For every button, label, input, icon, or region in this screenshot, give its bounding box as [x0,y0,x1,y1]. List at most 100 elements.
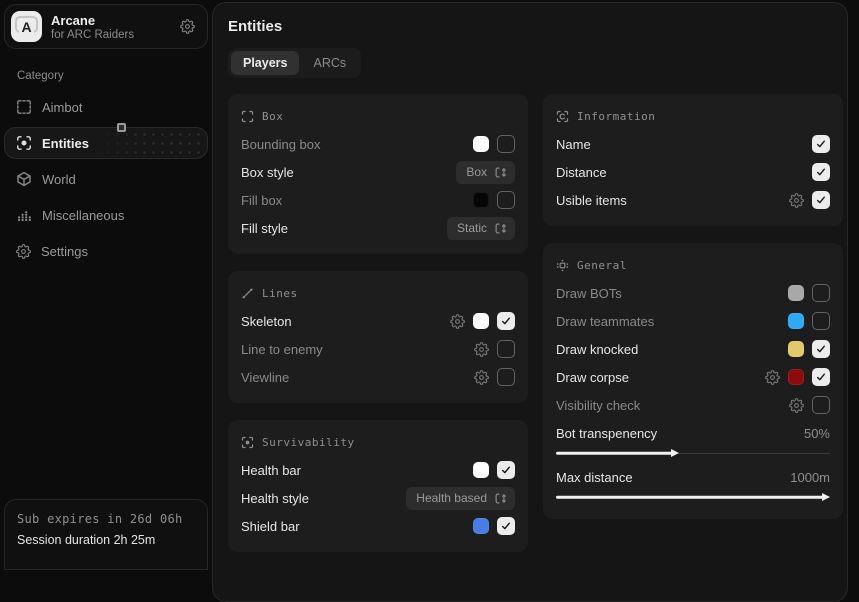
checkbox[interactable] [812,191,830,209]
setting-label: Bounding box [241,137,321,152]
check-icon [500,315,512,327]
sidebar-item-entities[interactable]: Entities [4,127,208,159]
row-settings-button[interactable] [474,342,489,357]
checkbox[interactable] [497,368,515,386]
slider-track[interactable] [556,448,830,458]
card-general: GeneralDraw BOTsDraw teammatesDraw knock… [543,243,843,519]
row-controls [812,163,830,181]
setting-label: Skeleton [241,314,292,329]
information-icon [556,110,569,123]
slider-track[interactable] [556,492,830,502]
checkbox[interactable] [497,135,515,153]
style-select[interactable]: Health based [406,487,515,510]
header-settings-button[interactable] [178,17,197,36]
check-icon [815,371,827,383]
slider-track-fill [556,496,826,499]
style-select[interactable]: Static [447,217,515,240]
row-controls [474,368,515,386]
aimbot-icon [16,99,32,115]
sidebar-item-aimbot[interactable]: Aimbot [4,91,208,123]
style-select[interactable]: Box [456,161,515,184]
settings-column: BoxBounding boxBox styleBoxFill boxFill … [228,94,528,552]
checkbox[interactable] [812,340,830,358]
row-controls: Static [447,217,515,240]
color-swatch[interactable] [473,192,489,208]
slider-row: Max distance1000m [556,463,830,502]
checkbox[interactable] [812,312,830,330]
world-icon [16,171,32,187]
setting-row: Box styleBox [241,158,515,186]
setting-row: Name [556,130,830,158]
checkbox[interactable] [812,396,830,414]
active-badge [117,123,126,132]
setting-row: Bounding box [241,130,515,158]
sidebar-item-label: World [42,172,76,187]
setting-row: Visibility check [556,391,830,419]
setting-label: Distance [556,165,607,180]
setting-row: Draw knocked [556,335,830,363]
setting-label: Fill style [241,221,288,236]
tab-arcs[interactable]: ARCs [301,51,358,75]
setting-row: Usible items [556,186,830,214]
setting-row: Viewline [241,363,515,391]
gear-icon [789,398,804,413]
color-swatch[interactable] [788,285,804,301]
color-swatch[interactable] [788,313,804,329]
row-controls [812,135,830,153]
row-settings-button[interactable] [765,370,780,385]
row-settings-button[interactable] [450,314,465,329]
check-icon [815,138,827,150]
card-title: Survivability [262,436,355,449]
settings-icon [16,244,31,259]
checkbox[interactable] [812,135,830,153]
setting-row: Shield bar [241,512,515,540]
select-value: Health based [416,491,487,505]
page-title: Entities [228,18,847,35]
row-settings-button[interactable] [789,398,804,413]
color-swatch[interactable] [788,341,804,357]
sidebar-item-label: Miscellaneous [42,208,124,223]
color-swatch[interactable] [473,136,489,152]
miscellaneous-icon [16,207,32,223]
checkbox[interactable] [812,284,830,302]
row-settings-button[interactable] [474,370,489,385]
setting-label: Visibility check [556,398,640,413]
setting-row: Health bar [241,456,515,484]
checkbox[interactable] [497,340,515,358]
tab-players[interactable]: Players [231,51,299,75]
checkbox[interactable] [497,461,515,479]
setting-row: Draw teammates [556,307,830,335]
color-swatch[interactable] [473,462,489,478]
sidebar-item-world[interactable]: World [4,163,208,195]
setting-label: Health style [241,491,309,506]
check-icon [500,464,512,476]
checkbox[interactable] [497,191,515,209]
setting-label: Health bar [241,463,301,478]
row-controls [450,312,515,330]
app-tagline: for ARC Raiders [51,29,169,41]
checkbox[interactable] [497,312,515,330]
gear-icon [474,342,489,357]
checkbox[interactable] [497,517,515,535]
setting-row: Distance [556,158,830,186]
checkbox[interactable] [812,368,830,386]
slider-thumb-arrow[interactable] [822,493,830,501]
category-label: Category [17,70,208,82]
sidebar-item-settings[interactable]: Settings [4,235,208,267]
setting-row: Max distance1000m [556,463,830,491]
setting-row: Bot transpenency50% [556,419,830,447]
sidebar-item-miscellaneous[interactable]: Miscellaneous [4,199,208,231]
select-chooser-icon [494,222,507,235]
color-swatch[interactable] [473,518,489,534]
row-settings-button[interactable] [789,193,804,208]
card-title: Lines [262,287,298,300]
lines-icon [241,287,254,300]
setting-label: Draw teammates [556,314,654,329]
card-information: InformationNameDistanceUsible items [543,94,843,226]
slider-thumb-arrow[interactable] [671,449,679,457]
color-swatch[interactable] [473,313,489,329]
color-swatch[interactable] [788,369,804,385]
select-chooser-icon [494,166,507,179]
checkbox[interactable] [812,163,830,181]
gear-icon [180,19,195,34]
